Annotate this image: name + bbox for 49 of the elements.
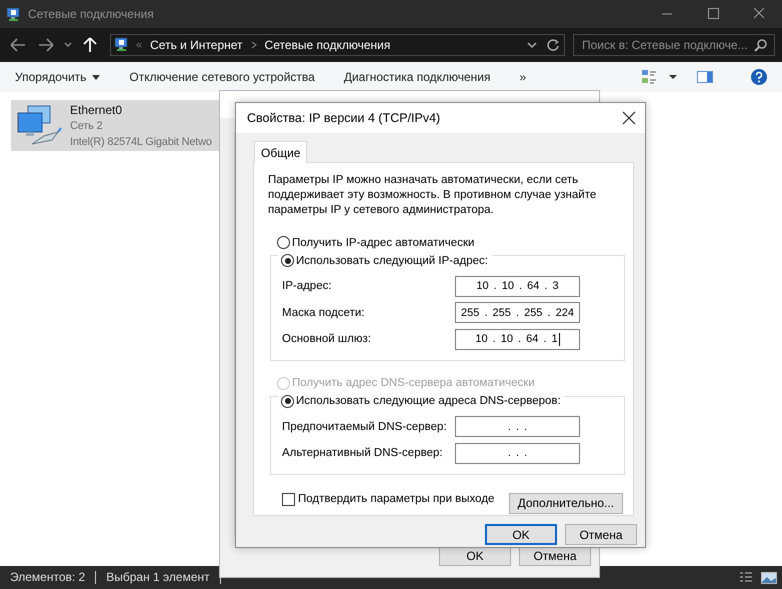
tab[interactable]: Общие bbox=[254, 141, 308, 163]
status-text: Элементов: 2 bbox=[10, 571, 96, 584]
connection-name: Ethernet0 bbox=[70, 102, 124, 118]
ip-address-field[interactable]: 10 . 10 . 64 . 3 bbox=[455, 276, 580, 297]
network-name: Сеть 2 bbox=[70, 118, 104, 134]
toolbar-button[interactable]: » bbox=[510, 66, 536, 88]
ip-address-field[interactable]: 255 . 255 . 255 . 224 bbox=[455, 302, 580, 324]
radio-label: Получить адрес DNS-сервера автоматически bbox=[292, 377, 535, 389]
field-label: Маска подсети: bbox=[282, 306, 366, 319]
toolbar-button[interactable]: Диагностика подключения bbox=[334, 66, 500, 88]
address-bar[interactable]: « Сеть и Интернет Сетевые подключения bbox=[110, 34, 565, 56]
toolbar-button[interactable]: Отключение сетевого устройства bbox=[120, 66, 324, 88]
radio-button[interactable] bbox=[281, 254, 294, 267]
radio-label: Получить IP-адрес автоматически bbox=[292, 236, 474, 248]
connection-item[interactable]: Ethernet0 Сеть 2 Intel(R) 82574L Gigabit Netwo bbox=[11, 100, 221, 151]
field-label: IP-адрес: bbox=[282, 280, 333, 292]
ok-button[interactable]: OK bbox=[485, 524, 557, 545]
checkbox[interactable] bbox=[282, 492, 295, 506]
cancel-button[interactable]: Отмена bbox=[565, 524, 637, 545]
ip-address-field[interactable]: 10 . 10 . 64 . 1 bbox=[455, 328, 580, 350]
window-title: Сетевые подключения bbox=[28, 7, 154, 21]
field-label: Альтернативный DNS-сервер: bbox=[282, 447, 444, 460]
field-label: Основной шлюз: bbox=[282, 333, 372, 346]
breadcrumb[interactable]: Сетевые подключения bbox=[264, 38, 390, 52]
adapter-name: Intel(R) 82574L Gigabit Netwo bbox=[70, 134, 212, 150]
radio-button[interactable] bbox=[277, 236, 290, 249]
breadcrumb[interactable]: Сеть и Интернет bbox=[150, 38, 243, 52]
radio-label: Использовать следующий IP-адрес: bbox=[296, 254, 488, 266]
search-field[interactable]: Поиск в: Сетевые подключе... bbox=[573, 34, 775, 56]
description-text: Параметры IP можно назначать автоматически, если сеть поддерживает эту возможность. В противном случае узнайте параметры IP у сетевого администратора. bbox=[268, 173, 598, 218]
advanced-button[interactable]: Дополнительно... bbox=[508, 492, 623, 514]
network-folder-icon bbox=[6, 6, 22, 22]
ip-address-field[interactable]: . . . bbox=[455, 416, 580, 438]
radio-label: Использовать следующие адреса DNS-серверов: bbox=[296, 395, 561, 407]
preview-pane-icon[interactable] bbox=[696, 68, 714, 86]
overflow-chevron-icon[interactable]: « bbox=[136, 39, 142, 51]
field-label: Предпочитаемый DNS-сервер: bbox=[282, 420, 448, 433]
help-icon[interactable] bbox=[750, 68, 768, 86]
dialog-title: Свойства: IP версии 4 (TCP/IPv4) bbox=[247, 111, 440, 125]
search-placeholder: Поиск в: Сетевые подключе... bbox=[582, 38, 748, 52]
change-view-icon[interactable] bbox=[640, 68, 658, 86]
search-icon[interactable] bbox=[754, 38, 768, 52]
large-icons-view-icon[interactable] bbox=[760, 570, 778, 586]
ip-address-field[interactable]: . . . bbox=[455, 442, 580, 464]
dropdown-caret-icon[interactable] bbox=[92, 74, 100, 80]
refresh-icon[interactable] bbox=[546, 38, 560, 52]
toolbar-button[interactable]: Упорядочить bbox=[6, 66, 110, 88]
radio-button[interactable] bbox=[281, 394, 294, 408]
close-icon[interactable] bbox=[622, 111, 636, 125]
